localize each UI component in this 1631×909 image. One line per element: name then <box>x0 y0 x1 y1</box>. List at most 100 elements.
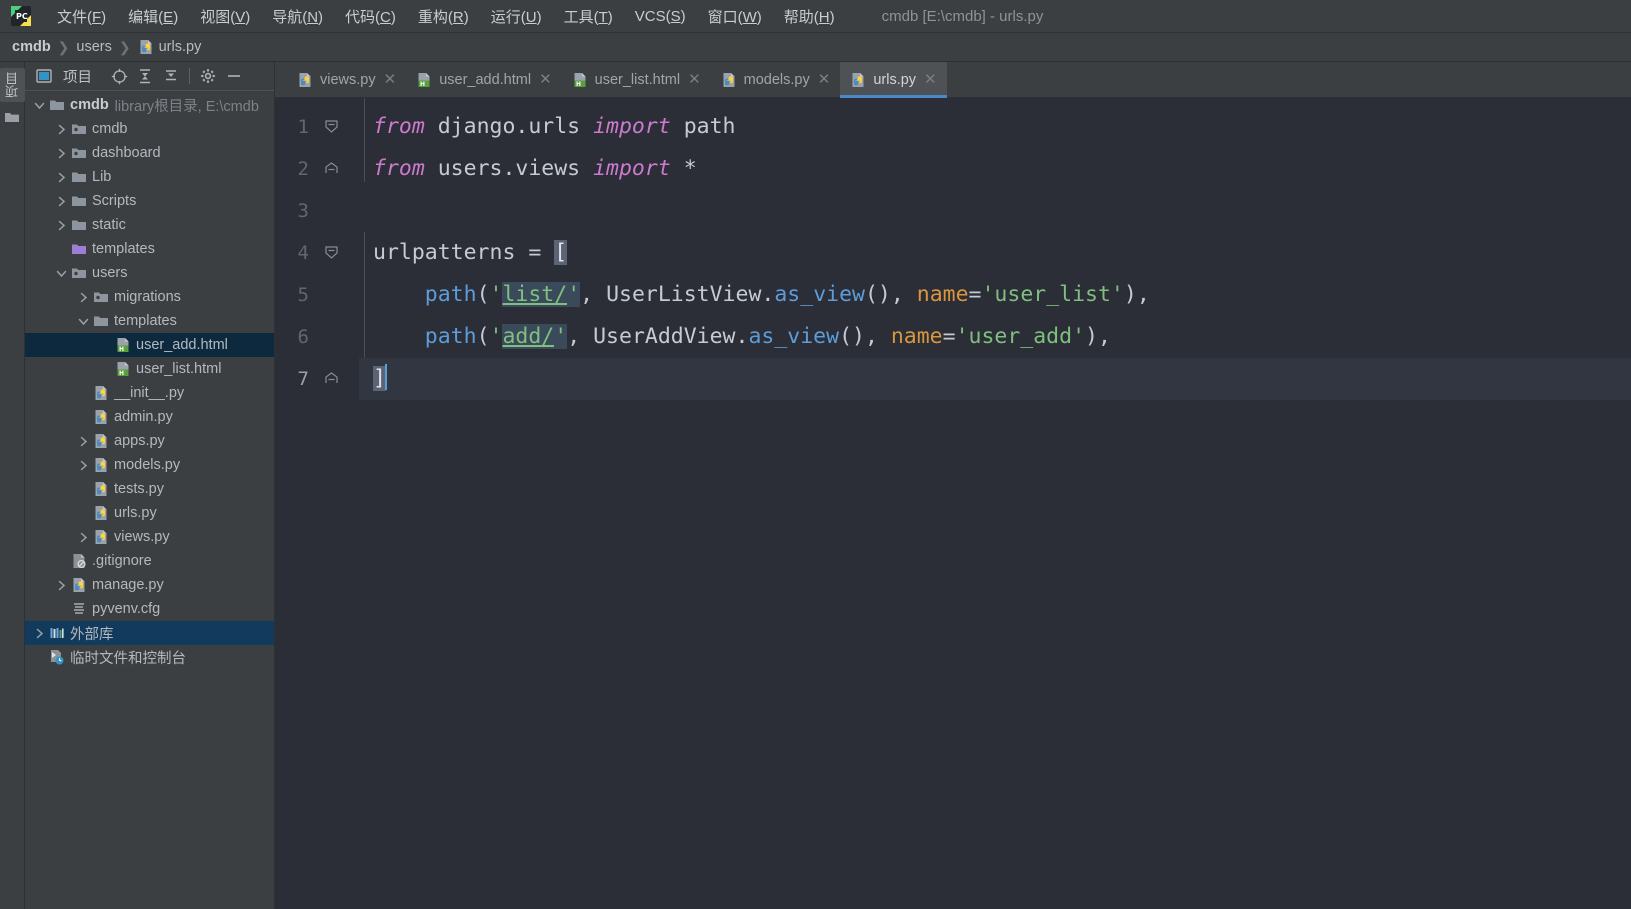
close-icon[interactable]: ✕ <box>817 72 832 87</box>
editor-gutter[interactable]: 1 2 3 4 5 6 7 <box>275 98 359 909</box>
collapse-all-icon[interactable] <box>158 64 184 88</box>
line-number: 6 <box>275 316 359 358</box>
code-line[interactable] <box>359 190 1631 232</box>
tree-item-label: urls.py <box>114 505 157 521</box>
chevron-right-icon[interactable] <box>33 627 46 640</box>
close-icon[interactable]: ✕ <box>687 72 702 87</box>
chevron-right-icon[interactable] <box>55 579 68 592</box>
tree-item-label: manage.py <box>92 577 164 593</box>
chevron-right-icon[interactable] <box>77 531 90 544</box>
code-line[interactable]: ] <box>359 358 1631 400</box>
menu-item-帮助[interactable]: 帮助(H) <box>773 3 846 30</box>
breadcrumb-item-users[interactable]: users <box>76 39 111 55</box>
editor-tab-models.py[interactable]: models.py ✕ <box>711 62 841 97</box>
chevron-right-icon[interactable] <box>77 459 90 472</box>
folder-icon[interactable] <box>4 110 20 124</box>
chevron-right-icon[interactable] <box>55 219 68 232</box>
select-opened-file-icon[interactable] <box>106 64 132 88</box>
tree-item[interactable]: dashboard <box>25 141 274 165</box>
tree-item[interactable]: pyvenv.cfg <box>25 597 274 621</box>
code-line[interactable]: urlpatterns = [ <box>359 232 1631 274</box>
tree-item[interactable]: apps.py <box>25 429 274 453</box>
menu-item-视图[interactable]: 视图(V) <box>189 3 261 30</box>
tree-item[interactable]: manage.py <box>25 573 274 597</box>
code-line[interactable]: from django.urls import path <box>359 106 1631 148</box>
settings-gear-icon[interactable] <box>195 64 221 88</box>
breadcrumb-separator: ❯ <box>57 38 70 55</box>
breadcrumb-item-cmdb[interactable]: cmdb <box>12 39 51 55</box>
breadcrumb-separator: ❯ <box>118 38 131 55</box>
tree-item[interactable]: cmdb <box>25 117 274 141</box>
menu-item-编辑[interactable]: 编辑(E) <box>117 3 189 30</box>
close-icon[interactable]: ✕ <box>923 72 938 87</box>
line-number-label: 2 <box>297 158 309 180</box>
tree-item-label: pyvenv.cfg <box>92 601 161 617</box>
close-icon[interactable]: ✕ <box>383 72 398 87</box>
fold-collapse-icon[interactable] <box>324 119 339 134</box>
tree-item-label: cmdb <box>70 97 109 113</box>
chevron-right-icon[interactable] <box>55 195 68 208</box>
chevron-down-icon[interactable] <box>77 315 90 328</box>
stripe-tab-project[interactable]: 项目 <box>0 68 25 102</box>
chevron-right-icon[interactable] <box>55 123 68 136</box>
menu-item-窗口[interactable]: 窗口(W) <box>697 3 773 30</box>
project-tree[interactable]: cmdb library根目录, E:\cmdb cmdb dashboard Lib S… <box>25 91 274 909</box>
editor-tab-urls.py[interactable]: urls.py ✕ <box>840 62 947 98</box>
chevron-down-icon[interactable] <box>55 267 68 280</box>
menu-item-工具[interactable]: 工具(T) <box>553 3 624 30</box>
editor-tab-views.py[interactable]: views.py ✕ <box>287 62 406 97</box>
tree-item[interactable]: static <box>25 213 274 237</box>
line-number: 2 <box>275 148 359 190</box>
close-icon[interactable]: ✕ <box>538 72 553 87</box>
tree-item-label: apps.py <box>114 433 165 449</box>
chevron-down-icon[interactable] <box>33 99 46 112</box>
html-file-icon: H <box>115 361 131 377</box>
fold-collapse-icon[interactable] <box>324 245 339 260</box>
menu-item-运行[interactable]: 运行(U) <box>480 3 553 30</box>
tree-item[interactable]: views.py <box>25 525 274 549</box>
editor-tab-bar: views.py ✕ Huser_add.html ✕ Huser_list.html ✕… <box>275 62 1631 98</box>
editor-tab-user_add.html[interactable]: Huser_add.html ✕ <box>406 62 561 97</box>
breadcrumb-item-urls.py[interactable]: urls.py <box>138 39 201 55</box>
menu-item-文件[interactable]: 文件(F) <box>46 3 117 30</box>
expand-all-icon[interactable] <box>132 64 158 88</box>
tree-item[interactable]: 外部库 <box>25 621 274 645</box>
fold-end-icon[interactable] <box>324 371 339 386</box>
tree-item[interactable]: Scripts <box>25 189 274 213</box>
code-line[interactable]: from users.views import * <box>359 148 1631 190</box>
tree-item[interactable]: models.py <box>25 453 274 477</box>
tree-item[interactable]: 临时文件和控制台 <box>25 645 274 669</box>
tree-item[interactable]: Huser_add.html <box>25 333 274 357</box>
tree-item[interactable]: users <box>25 261 274 285</box>
tree-item-sublabel: library根目录, E:\cmdb <box>114 98 259 115</box>
project-view-icon[interactable] <box>31 64 57 88</box>
tree-item[interactable]: Lib <box>25 165 274 189</box>
tree-item[interactable]: tests.py <box>25 477 274 501</box>
chevron-right-icon[interactable] <box>55 147 68 160</box>
menu-item-导航[interactable]: 导航(N) <box>261 3 334 30</box>
editor-tab-user_list.html[interactable]: Huser_list.html ✕ <box>562 62 711 97</box>
code-line[interactable]: path('list/', UserListView.as_view(), na… <box>359 274 1631 316</box>
chevron-right-icon[interactable] <box>77 435 90 448</box>
tree-item[interactable]: __init__.py <box>25 381 274 405</box>
chevron-right-icon[interactable] <box>55 171 68 184</box>
editor-body: 1 2 3 4 5 6 7 from django.urls import path from… <box>275 98 1631 909</box>
code-line[interactable]: path('add/', UserAddView.as_view(), name… <box>359 316 1631 358</box>
fold-end-icon[interactable] <box>324 161 339 176</box>
code-editor[interactable]: from django.urls import path from users.v… <box>359 98 1631 909</box>
html-file-icon: H <box>115 337 131 353</box>
tree-item-label: templates <box>114 313 177 329</box>
tree-item[interactable]: cmdb library根目录, E:\cmdb <box>25 93 274 117</box>
tree-item[interactable]: urls.py <box>25 501 274 525</box>
tree-item[interactable]: templates <box>25 237 274 261</box>
tree-item[interactable]: admin.py <box>25 405 274 429</box>
tree-item[interactable]: .gitignore <box>25 549 274 573</box>
tree-item[interactable]: templates <box>25 309 274 333</box>
menu-item-VCS[interactable]: VCS(S) <box>624 5 697 28</box>
hide-panel-icon[interactable] <box>221 64 247 88</box>
chevron-right-icon[interactable] <box>77 291 90 304</box>
menu-item-重构[interactable]: 重构(R) <box>407 3 480 30</box>
tree-item[interactable]: Huser_list.html <box>25 357 274 381</box>
menu-item-代码[interactable]: 代码(C) <box>334 3 407 30</box>
tree-item[interactable]: migrations <box>25 285 274 309</box>
